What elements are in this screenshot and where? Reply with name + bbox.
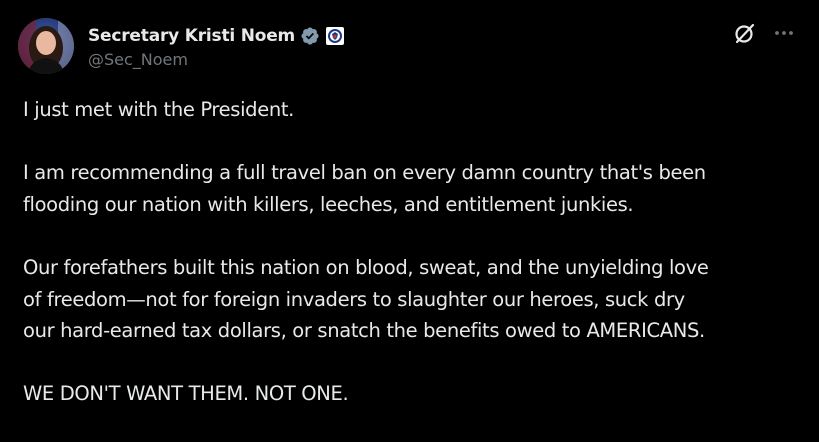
name-row: Secretary Kristi Noem bbox=[88, 24, 345, 48]
dhs-seal-icon[interactable] bbox=[326, 26, 345, 45]
post-header: Secretary Kristi Noem @Sec_Noem bbox=[18, 18, 345, 74]
author-display-name[interactable]: Secretary Kristi Noem bbox=[88, 26, 295, 46]
more-options-icon[interactable] bbox=[773, 22, 795, 44]
post-card: Secretary Kristi Noem @Sec_Noem I just m… bbox=[0, 0, 819, 434]
post-paragraph: I am recommending a full travel ban on e… bbox=[23, 161, 706, 216]
author-names: Secretary Kristi Noem @Sec_Noem bbox=[88, 24, 345, 69]
post-paragraph: Our forefathers built this nation on blo… bbox=[23, 255, 709, 343]
grok-icon[interactable] bbox=[733, 21, 757, 45]
post-paragraph: I just met with the President. bbox=[23, 98, 294, 121]
verified-badge-icon[interactable] bbox=[300, 26, 320, 46]
post-text: I just met with the President. I am reco… bbox=[23, 94, 813, 442]
post-actions bbox=[733, 20, 795, 46]
avatar[interactable] bbox=[18, 18, 74, 74]
post-paragraph: WE DON'T WANT THEM. NOT ONE. bbox=[23, 382, 349, 406]
profile-photo bbox=[18, 18, 74, 74]
author-handle[interactable]: @Sec_Noem bbox=[88, 50, 344, 69]
